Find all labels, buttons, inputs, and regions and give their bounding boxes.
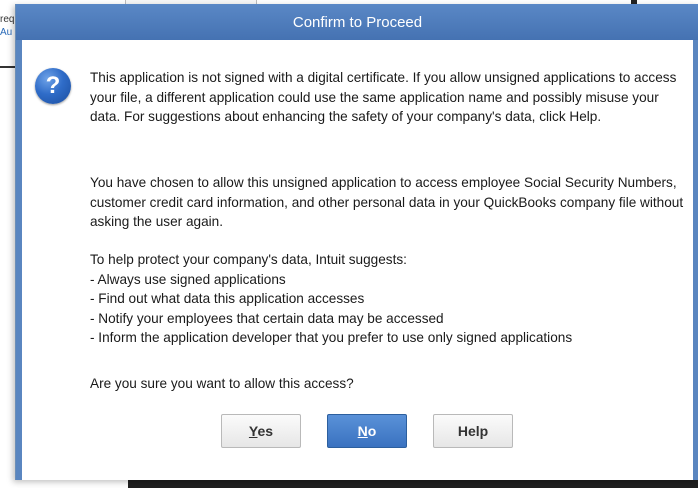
dialog-titlebar[interactable]: Confirm to Proceed <box>16 4 698 40</box>
question-text: Are you sure you want to allow this acce… <box>90 376 354 391</box>
suggestions-heading: To help protect your company's data, Int… <box>90 252 407 267</box>
no-label-rest: o <box>367 423 377 439</box>
dialog-title: Confirm to Proceed <box>292 14 423 31</box>
suggestion-item: - Inform the application developer that … <box>90 330 573 345</box>
confirm-dialog: Confirm to Proceed ? This application is… <box>15 4 698 480</box>
no-button[interactable]: No <box>327 414 407 448</box>
suggestion-item: - Always use signed applications <box>90 271 286 287</box>
background-bar <box>128 480 698 488</box>
yes-button[interactable]: Yes <box>221 414 301 448</box>
dialog-frame-right <box>693 40 698 480</box>
suggestion-item: - Notify your employees that certain dat… <box>90 310 444 326</box>
no-mnemonic: N <box>357 423 368 439</box>
message-paragraph-2: You have chosen to allow this unsigned a… <box>90 173 690 232</box>
suggestion-item: - Find out what data this application ac… <box>90 291 365 306</box>
yes-mnemonic: Y <box>248 423 258 439</box>
message-text: This application is not signed with a di… <box>90 70 677 124</box>
dialog-frame-left <box>16 40 22 480</box>
yes-label-rest: es <box>257 423 274 439</box>
message-text: You have chosen to allow this unsigned a… <box>90 175 684 229</box>
background-text-line: req <box>0 14 15 25</box>
question-mark-icon: ? <box>35 68 71 104</box>
suggestions-block: To help protect your company's data, Int… <box>90 250 690 348</box>
message-paragraph-1: This application is not signed with a di… <box>90 68 690 127</box>
help-button[interactable]: Help <box>433 414 513 448</box>
confirmation-question: Are you sure you want to allow this acce… <box>90 374 690 394</box>
